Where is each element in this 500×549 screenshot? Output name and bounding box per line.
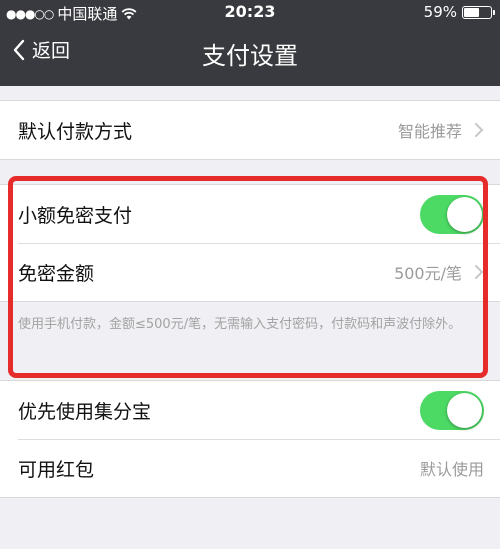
default-payment-row[interactable]: 默认付款方式 智能推荐 — [0, 101, 500, 159]
small-free-row: 小额免密支付 — [0, 185, 500, 243]
back-button[interactable]: 返回 — [12, 36, 70, 63]
navigation-bar: 返回 支付设置 — [0, 26, 500, 82]
default-payment-value: 智能推荐 — [397, 122, 462, 141]
toggle-knob — [447, 196, 482, 232]
jifenbao-label: 优先使用集分宝 — [18, 400, 152, 423]
small-free-group: 小额免密支付 免密金额 500元/笔 — [0, 184, 500, 302]
chevron-right-icon — [475, 123, 484, 137]
other-options-group: 优先使用集分宝 可用红包 默认使用 — [0, 380, 500, 498]
page-title: 支付设置 — [202, 42, 298, 70]
carrier-name: 中国联通 — [57, 5, 118, 23]
jifenbao-row: 优先使用集分宝 — [0, 381, 500, 439]
free-amount-label: 免密金额 — [18, 262, 95, 285]
small-free-toggle[interactable] — [420, 194, 484, 234]
chevron-right-icon — [475, 265, 484, 279]
default-payment-label: 默认付款方式 — [18, 120, 133, 143]
battery-icon — [462, 5, 495, 19]
status-bar: ●●●○○ 中国联通 20:23 59% — [0, 0, 500, 24]
jifenbao-toggle[interactable] — [420, 390, 484, 430]
red-packet-label: 可用红包 — [18, 458, 95, 481]
small-free-label: 小额免密支付 — [18, 204, 133, 227]
small-free-note: 使用手机付款，金额≤500元/笔，无需输入支付密码，付款码和声波付除外。 — [18, 317, 462, 332]
battery-percent: 59% — [423, 3, 457, 21]
default-payment-group: 默认付款方式 智能推荐 — [0, 100, 500, 160]
toggle-knob — [447, 392, 482, 428]
chevron-left-icon — [13, 39, 25, 60]
app-header: ●●●○○ 中国联通 20:23 59% 返回 支付设置 — [0, 0, 500, 86]
free-amount-value: 500元/笔 — [394, 264, 462, 283]
red-packet-value: 默认使用 — [419, 460, 484, 479]
free-amount-row[interactable]: 免密金额 500元/笔 — [0, 243, 500, 301]
signal-strength: ●●●○○ — [6, 6, 54, 21]
back-label: 返回 — [32, 40, 71, 62]
wifi-icon — [121, 7, 137, 19]
red-packet-row[interactable]: 可用红包 默认使用 — [0, 439, 500, 497]
